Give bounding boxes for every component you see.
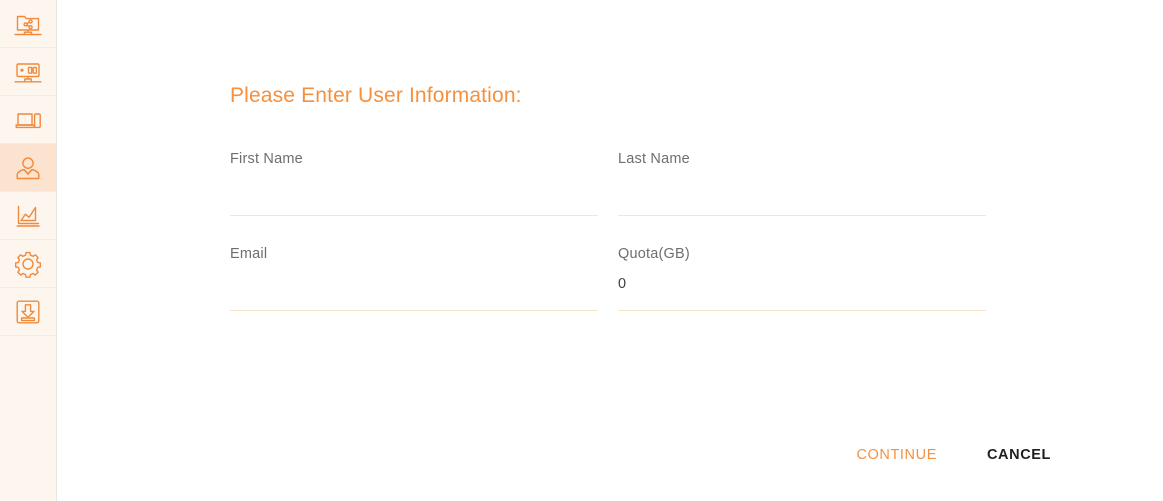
email-label: Email [230, 246, 268, 262]
sidebar-item-downloads[interactable] [0, 288, 56, 336]
first-name-input[interactable] [230, 168, 598, 216]
shared-folder-icon [13, 9, 43, 39]
form-row-names: First Name Last Name [230, 150, 990, 216]
last-name-input[interactable] [618, 168, 986, 216]
page-title: Please Enter User Information: [230, 84, 522, 108]
user-icon [13, 153, 43, 183]
cancel-button[interactable]: CANCEL [983, 440, 1055, 470]
download-icon [13, 297, 43, 327]
sidebar-item-desktop-monitor[interactable] [0, 48, 56, 96]
form-actions: CONTINUE CANCEL [57, 440, 1163, 470]
sidebar-empty-space [0, 336, 56, 501]
field-quota: Quota(GB) [618, 245, 986, 311]
field-last-name: Last Name [618, 150, 986, 216]
quota-input[interactable] [618, 263, 986, 311]
chart-icon [13, 201, 43, 231]
main-content: Please Enter User Information: First Nam… [57, 0, 1163, 501]
quota-label: Quota(GB) [618, 246, 690, 262]
field-first-name: First Name [230, 150, 598, 216]
continue-button[interactable]: CONTINUE [852, 440, 941, 470]
last-name-label: Last Name [618, 151, 690, 167]
user-information-form: First Name Last Name Email Quota(GB) [230, 150, 990, 311]
field-email: Email [230, 245, 598, 311]
sidebar-item-reports[interactable] [0, 192, 56, 240]
sidebar-item-users[interactable] [0, 144, 56, 192]
first-name-label: First Name [230, 151, 303, 167]
laptop-mobile-icon [13, 105, 43, 135]
email-input[interactable] [230, 263, 598, 311]
monitor-icon [13, 57, 43, 87]
gear-icon [13, 249, 43, 279]
app-window: Please Enter User Information: First Nam… [0, 0, 1163, 501]
form-row-email-quota: Email Quota(GB) [230, 245, 990, 311]
sidebar-item-settings[interactable] [0, 240, 56, 288]
sidebar-item-shared-folder[interactable] [0, 0, 56, 48]
sidebar [0, 0, 57, 501]
sidebar-item-devices[interactable] [0, 96, 56, 144]
